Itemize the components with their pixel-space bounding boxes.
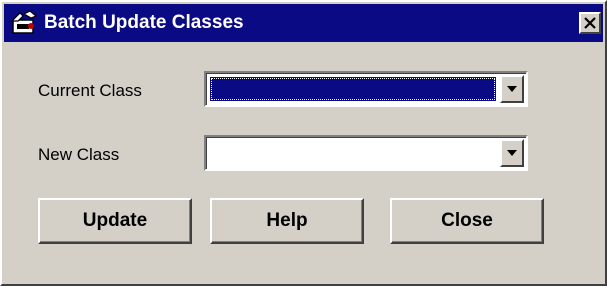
current-class-label: Current Class bbox=[38, 81, 142, 100]
close-button[interactable]: Close bbox=[390, 198, 544, 244]
new-class-dropdown-button[interactable] bbox=[500, 139, 524, 167]
help-button[interactable]: Help bbox=[210, 198, 364, 244]
current-class-combobox[interactable] bbox=[204, 71, 528, 107]
chevron-down-icon bbox=[507, 86, 517, 92]
current-class-dropdown-button[interactable] bbox=[500, 75, 524, 103]
chevron-down-icon bbox=[507, 150, 517, 156]
update-button[interactable]: Update bbox=[38, 198, 192, 244]
new-class-label: New Class bbox=[38, 145, 120, 164]
batch-update-icon bbox=[10, 10, 38, 36]
new-class-value[interactable] bbox=[210, 141, 496, 165]
title-bar[interactable]: Batch Update Classes bbox=[4, 4, 603, 42]
new-class-combobox[interactable] bbox=[204, 135, 528, 171]
close-icon bbox=[584, 17, 596, 29]
batch-update-classes-dialog: Batch Update Classes Current Class New C… bbox=[0, 0, 607, 286]
window-title: Batch Update Classes bbox=[44, 12, 244, 33]
close-window-button[interactable] bbox=[579, 12, 601, 34]
current-class-value[interactable] bbox=[210, 77, 496, 101]
